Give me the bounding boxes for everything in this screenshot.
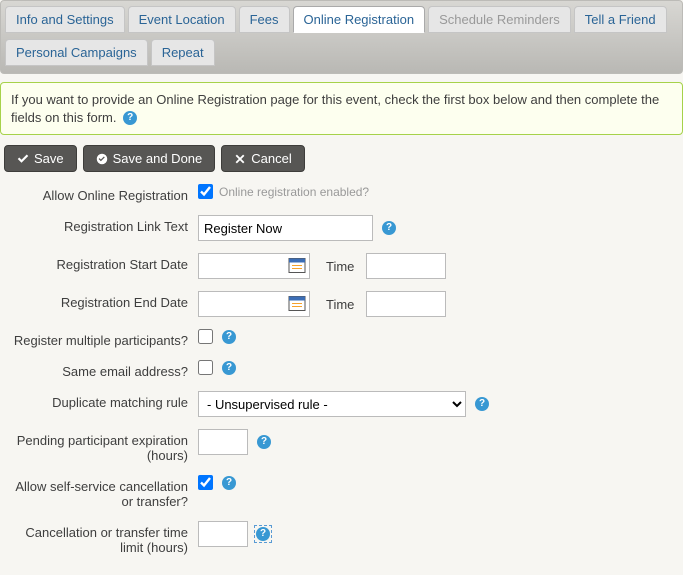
- duplicate-rule-select[interactable]: - Unsupervised rule -: [198, 391, 466, 417]
- tab-bar: Info and Settings Event Location Fees On…: [0, 0, 683, 74]
- label-same-email: Same email address?: [8, 360, 198, 379]
- save-button[interactable]: Save: [4, 145, 77, 172]
- close-icon: [234, 153, 246, 165]
- tab-repeat[interactable]: Repeat: [151, 39, 215, 66]
- tab-schedule-reminders[interactable]: Schedule Reminders: [428, 6, 571, 33]
- help-icon[interactable]: ?: [382, 221, 396, 235]
- registration-end-time-input[interactable]: [366, 291, 446, 317]
- register-multiple-checkbox[interactable]: [198, 329, 213, 344]
- help-icon[interactable]: ?: [123, 111, 137, 125]
- help-icon[interactable]: ?: [475, 397, 489, 411]
- label-self-service: Allow self-service cancellation or trans…: [8, 475, 198, 509]
- label-cancel-limit: Cancellation or transfer time limit (hou…: [8, 521, 198, 555]
- tab-tell-a-friend[interactable]: Tell a Friend: [574, 6, 667, 33]
- tab-fees[interactable]: Fees: [239, 6, 290, 33]
- same-email-checkbox[interactable]: [198, 360, 213, 375]
- label-pending-exp: Pending participant expiration (hours): [8, 429, 198, 463]
- info-banner: If you want to provide an Online Registr…: [0, 82, 683, 135]
- registration-start-time-input[interactable]: [366, 253, 446, 279]
- cancel-button-label: Cancel: [251, 151, 291, 166]
- label-reg-link-text: Registration Link Text: [8, 215, 198, 234]
- check-icon: [17, 153, 29, 165]
- help-icon[interactable]: ?: [222, 330, 236, 344]
- help-icon[interactable]: ?: [222, 361, 236, 375]
- save-and-done-button-label: Save and Done: [113, 151, 203, 166]
- tab-event-location[interactable]: Event Location: [128, 6, 236, 33]
- self-service-checkbox[interactable]: [198, 475, 213, 490]
- label-reg-start: Registration Start Date: [8, 253, 198, 272]
- save-and-done-button[interactable]: Save and Done: [83, 145, 216, 172]
- label-dup-rule: Duplicate matching rule: [8, 391, 198, 410]
- cancel-button[interactable]: Cancel: [221, 145, 304, 172]
- tab-online-registration[interactable]: Online Registration: [293, 6, 426, 33]
- label-allow-online: Allow Online Registration: [8, 184, 198, 203]
- tab-personal-campaigns[interactable]: Personal Campaigns: [5, 39, 148, 66]
- calendar-icon[interactable]: [288, 294, 306, 315]
- calendar-icon[interactable]: [288, 256, 306, 277]
- pending-expiration-input[interactable]: [198, 429, 248, 455]
- info-banner-text: If you want to provide an Online Registr…: [11, 92, 659, 125]
- label-time-start: Time: [326, 259, 354, 274]
- online-registration-form: Allow Online Registration Online registr…: [0, 184, 683, 575]
- label-time-end: Time: [326, 297, 354, 312]
- tab-info-and-settings[interactable]: Info and Settings: [5, 6, 125, 33]
- help-icon[interactable]: ?: [257, 435, 271, 449]
- allow-online-hint: Online registration enabled?: [219, 185, 369, 199]
- label-multi: Register multiple participants?: [8, 329, 198, 348]
- check-circle-icon: [96, 153, 108, 165]
- save-button-label: Save: [34, 151, 64, 166]
- cancel-time-limit-input[interactable]: [198, 521, 248, 547]
- registration-link-text-input[interactable]: [198, 215, 373, 241]
- label-reg-end: Registration End Date: [8, 291, 198, 310]
- allow-online-checkbox[interactable]: [198, 184, 213, 199]
- help-icon-focused[interactable]: ?: [254, 525, 272, 543]
- help-icon[interactable]: ?: [222, 476, 236, 490]
- action-buttons-top: Save Save and Done Cancel: [4, 145, 683, 172]
